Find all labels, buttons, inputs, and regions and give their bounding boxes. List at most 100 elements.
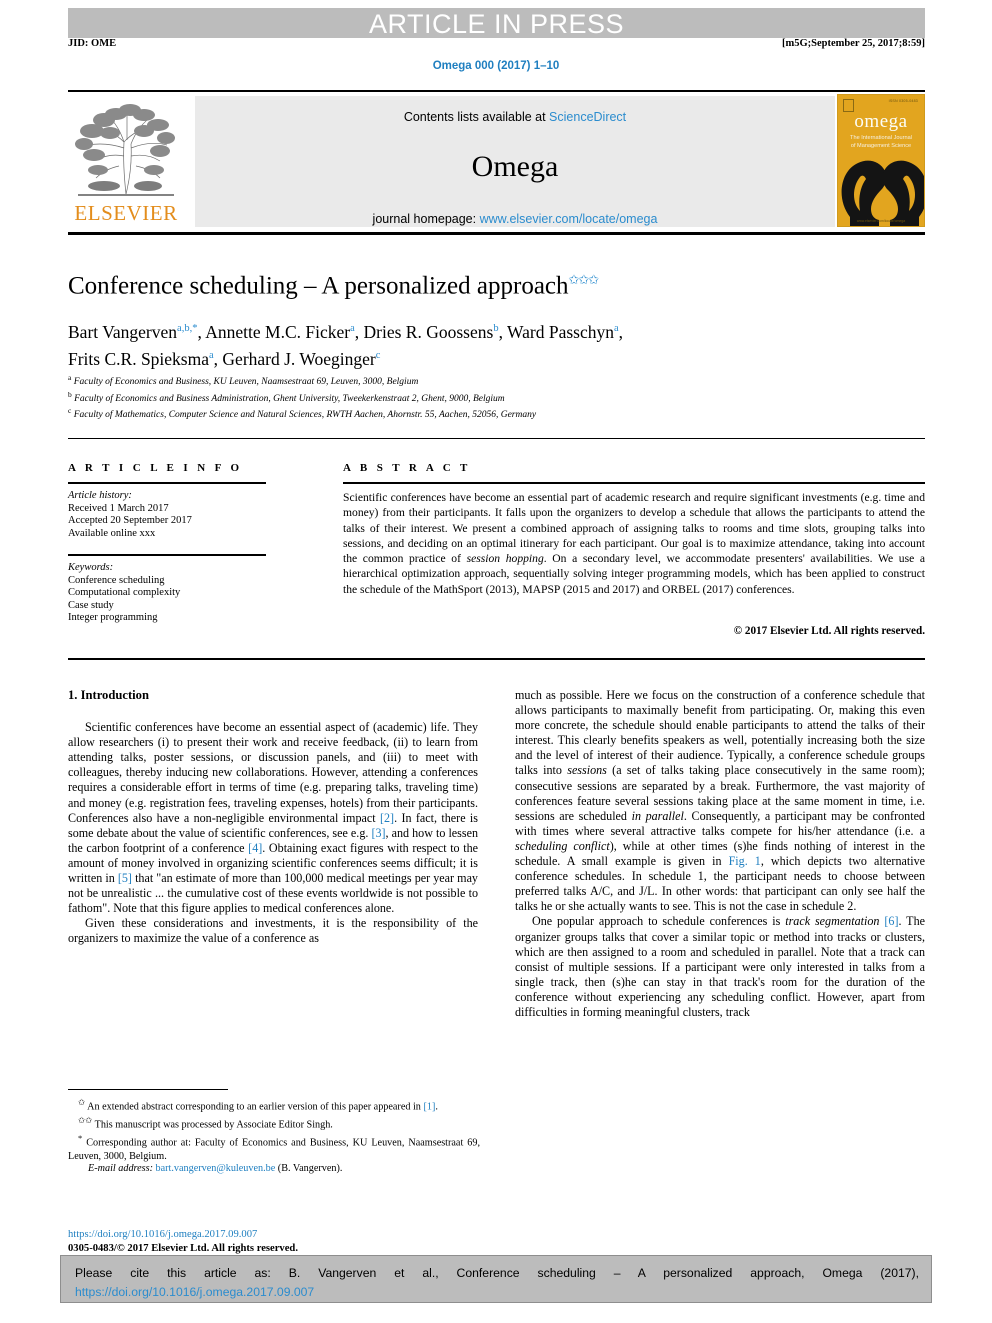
banner-top-rule — [68, 90, 925, 92]
body-paragraph: One popular approach to schedule confere… — [515, 914, 925, 1019]
cover-subtitle-line1: The International Journal — [850, 135, 912, 141]
email-address-link[interactable]: bart.vangerven@kuleuven.be — [156, 1163, 276, 1174]
please-cite-box: Please cite this article as: B. Vangerve… — [60, 1255, 932, 1303]
citation-ref[interactable]: [6] — [884, 914, 898, 928]
body-paragraph: Scientific conferences have become an es… — [68, 720, 479, 916]
abstract-copyright: © 2017 Elsevier Ltd. All rights reserved… — [733, 625, 925, 637]
article-history-label: Article history: — [68, 490, 132, 501]
sciencedirect-link[interactable]: ScienceDirect — [549, 110, 626, 124]
body-column-right: much as possible. Here we focus on the c… — [515, 688, 925, 1020]
running-head-citation: Omega 000 (2017) 1–10 — [432, 60, 560, 72]
footnote-item: ✩ An extended abstract corresponding to … — [78, 1097, 438, 1113]
keyword-item: Conference scheduling — [68, 574, 165, 586]
citation-ref[interactable]: [3] — [371, 826, 385, 840]
footnote-separator-rule — [68, 1089, 228, 1090]
please-cite-text: Please cite this article as: B. Vangerve… — [75, 1264, 919, 1302]
author-name: Ward Passchyn — [507, 321, 614, 342]
citation-ref[interactable]: [1] — [423, 1101, 435, 1112]
author-name: Annette M.C. Ficker — [205, 321, 351, 342]
affiliation-mark: a — [68, 373, 72, 382]
email-attribution: (B. Vangerven). — [277, 1163, 343, 1175]
keyword-item: Computational complexity — [68, 587, 181, 599]
footnote-item: * Corresponding author at: Faculty of Ec… — [68, 1133, 480, 1162]
author-name: Bart Vangerven — [68, 321, 178, 342]
author-list: Bart Vangervena,b,*, Annette M.C. Ficker… — [68, 321, 624, 369]
article-info-rule-2 — [68, 554, 266, 556]
affiliation-text: Faculty of Mathematics, Computer Science… — [73, 410, 537, 421]
author-name: Frits C.R. Spieksma — [68, 348, 209, 369]
article-history-item: Received 1 March 2017 — [68, 502, 169, 514]
elsevier-tree-icon — [75, 104, 175, 196]
abstract-bottom-rule — [68, 658, 925, 660]
journal-title: Omega — [471, 150, 559, 183]
journal-id-label: JID: OME — [68, 38, 117, 49]
section-heading-introduction: 1. Introduction — [68, 688, 149, 702]
production-stamp: [m5G;September 25, 2017;8:59] — [782, 38, 925, 49]
author-name: Gerhard J. Woeginger — [222, 348, 376, 369]
journal-homepage-line: journal homepage: www.elsevier.com/locat… — [195, 212, 835, 226]
contents-lists-prefix: Contents lists available at — [403, 110, 550, 124]
author-name: Dries R. Goossens — [363, 321, 494, 342]
abstract-heading: A B S T R A C T — [343, 462, 471, 474]
article-history-item: Accepted 20 September 2017 — [68, 515, 192, 527]
footnotes-block: ✩ An extended abstract corresponding to … — [68, 1096, 480, 1176]
abstract-rule — [343, 482, 925, 484]
body-column-left: 1. Introduction Scientific conferences h… — [68, 688, 478, 947]
journal-homepage-link[interactable]: www.elsevier.com/locate/omega — [480, 212, 658, 226]
citation-ref[interactable]: [2] — [380, 811, 394, 825]
keyword-item: Integer programming — [68, 612, 158, 624]
title-footnote-marks: ✩✩✩ — [568, 272, 600, 287]
author-affil-mark: b — [493, 323, 499, 334]
article-title-text: Conference scheduling – A personalized a… — [68, 272, 569, 300]
footnote-mark-star: ✩ — [78, 1097, 86, 1107]
author-affil-mark: c — [375, 349, 381, 361]
author-affil-mark: a — [350, 323, 355, 334]
author-affil-mark: a,b,* — [177, 323, 198, 334]
affiliation-item: c Faculty of Mathematics, Computer Scien… — [68, 405, 868, 422]
affiliation-mark: c — [68, 406, 72, 416]
article-info-top-rule — [68, 438, 925, 439]
contents-lists-line: Contents lists available at ScienceDirec… — [195, 110, 835, 124]
please-cite-sentence: Please cite this article as: B. Vangerve… — [75, 1266, 919, 1280]
issn-copyright-line: 0305-0483/© 2017 Elsevier Ltd. All right… — [68, 1242, 298, 1254]
journal-cover-thumbnail: ISSN 0305-0483 omega The International J… — [837, 94, 925, 227]
please-cite-doi-link[interactable]: https://doi.org/10.1016/j.omega.2017.09.… — [75, 1285, 314, 1299]
cover-wordmark: omega — [854, 111, 908, 132]
banner-bottom-rule — [68, 232, 925, 235]
affiliation-list: a Faculty of Economics and Business, KU … — [68, 372, 868, 422]
abstract-text: Scientific conferences have become an es… — [343, 491, 925, 596]
keywords-label: Keywords: — [68, 562, 114, 573]
affiliation-mark: b — [68, 389, 72, 399]
journal-banner: ELSEVIER Contents lists available at Sci… — [68, 94, 925, 230]
article-history-item: Available online xxx — [68, 527, 156, 539]
body-paragraph: Given these considerations and investmen… — [68, 916, 478, 946]
cover-url-label: www.elsevier.com/locate/omega — [856, 219, 906, 223]
affiliation-item: a Faculty of Economics and Business, KU … — [68, 372, 868, 389]
article-history-block: Article history: Received 1 March 2017 A… — [68, 490, 278, 540]
author-affil-mark: a — [209, 349, 214, 361]
elsevier-wordmark: ELSEVIER — [74, 201, 178, 225]
body-paragraph: much as possible. Here we focus on the c… — [515, 688, 926, 914]
affiliation-item: b Faculty of Economics and Business Admi… — [68, 389, 868, 406]
footnote-mark-doublestar: ✩✩ — [78, 1115, 93, 1126]
elsevier-logo: ELSEVIER — [68, 94, 183, 230]
journal-banner-center: Contents lists available at ScienceDirec… — [195, 96, 835, 227]
article-info-rule-1 — [68, 482, 266, 484]
footnote-email-item: E-mail address: bart.vangerven@kuleuven.… — [68, 1163, 480, 1176]
figure-ref[interactable]: Fig. 1 — [729, 854, 761, 868]
article-in-press-label: ARTICLE IN PRESS — [368, 9, 625, 39]
article-info-heading: A R T I C L E I N F O — [68, 462, 243, 474]
homepage-prefix: journal homepage: — [372, 212, 480, 226]
citation-ref[interactable]: [5] — [118, 871, 132, 885]
citation-ref[interactable]: [4] — [248, 841, 262, 855]
footnote-mark-asterisk: * — [78, 1133, 83, 1144]
footnote-item: ✩✩ This manuscript was processed by Asso… — [78, 1115, 333, 1131]
doi-link[interactable]: https://doi.org/10.1016/j.omega.2017.09.… — [68, 1228, 298, 1242]
article-in-press-band: ARTICLE IN PRESS — [68, 8, 925, 39]
affiliation-text: Faculty of Economics and Business, KU Le… — [73, 377, 419, 388]
keyword-item: Case study — [68, 599, 114, 611]
page-title: Conference scheduling – A personalized a… — [68, 272, 868, 300]
cover-omega-icon — [841, 160, 924, 226]
keywords-block: Keywords: Conference scheduling Computat… — [68, 562, 278, 625]
email-address-label: E-mail address: — [88, 1163, 153, 1175]
